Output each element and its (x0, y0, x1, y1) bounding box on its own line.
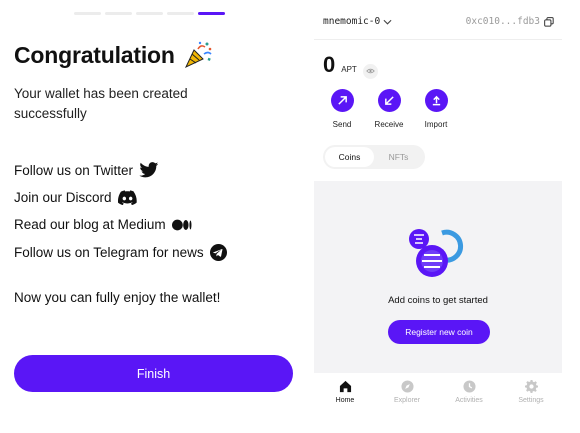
action-label: Send (332, 120, 352, 129)
onboarding-pane: Congratulation Your wallet has been crea… (0, 0, 310, 433)
account-name: mnemomic-0 (323, 16, 381, 27)
gear-icon (524, 380, 538, 393)
send-arrow-icon (337, 96, 347, 105)
receive-arrow-icon (384, 96, 394, 105)
bottom-navigation: Home Explorer Activities Settings (314, 373, 562, 413)
nav-activities[interactable]: Activities (438, 373, 500, 413)
tab-nfts[interactable]: NFTs (374, 147, 423, 167)
page-title: Congratulation (14, 41, 175, 68)
chevron-down-icon (383, 19, 392, 25)
balance-amount: 0 (323, 52, 336, 77)
receive-button-circle (377, 89, 401, 112)
empty-state-message: Add coins to get started (388, 295, 488, 306)
wallet-address[interactable]: 0xc010...fdb3 (466, 16, 554, 27)
social-telegram-link[interactable]: Follow us on Telegram for news (14, 244, 227, 261)
nav-label: Home (335, 397, 355, 404)
nav-label: Settings (518, 397, 544, 404)
clock-icon (462, 380, 476, 393)
action-label: Receive (374, 120, 404, 129)
compass-icon (400, 380, 414, 393)
nav-label: Activities (455, 397, 483, 404)
coins-empty-state: Add coins to get started Register new co… (314, 181, 562, 373)
nav-home[interactable]: Home (314, 373, 376, 413)
subtitle: Your wallet has been created successfull… (14, 86, 188, 121)
toggle-balance-visibility[interactable] (362, 63, 378, 79)
send-button[interactable]: Send (325, 89, 359, 129)
social-twitter-link[interactable]: Follow us on Twitter (14, 162, 159, 178)
medium-icon (171, 219, 192, 230)
party-popper-icon (184, 41, 212, 69)
social-label: Join our Discord (14, 190, 112, 205)
copy-icon[interactable] (544, 16, 554, 27)
import-button[interactable]: Import (419, 89, 453, 129)
social-medium-link[interactable]: Read our blog at Medium (14, 217, 192, 232)
step-indicator-current (198, 12, 225, 15)
wallet-header: mnemomic-0 0xc010...fdb3 (314, 0, 562, 40)
asset-tabs: Coins NFTs (323, 145, 425, 169)
nav-settings[interactable]: Settings (500, 373, 562, 413)
nav-explorer[interactable]: Explorer (376, 373, 438, 413)
nav-label: Explorer (393, 397, 421, 404)
telegram-icon (209, 244, 227, 261)
action-label: Import (424, 120, 448, 129)
home-icon (339, 380, 351, 393)
tab-coins[interactable]: Coins (325, 147, 374, 167)
step-progress (74, 12, 225, 15)
import-icon (432, 95, 440, 106)
account-selector[interactable]: mnemomic-0 (323, 16, 392, 27)
address-text: 0xc010...fdb3 (465, 16, 540, 27)
social-label: Follow us on Telegram for news (14, 245, 204, 260)
wallet-actions: Send Receive Import (314, 89, 464, 129)
step-indicator (136, 12, 163, 15)
eye-icon (366, 68, 375, 74)
coins-illustration (409, 229, 464, 277)
receive-button[interactable]: Receive (372, 89, 406, 129)
step-indicator (105, 12, 132, 15)
balance-row: 0 APT (323, 52, 378, 79)
social-discord-link[interactable]: Join our Discord (14, 190, 137, 205)
social-label: Follow us on Twitter (14, 162, 134, 178)
wallet-pane: mnemomic-0 0xc010...fdb3 0 APT Send Rece… (314, 0, 562, 433)
import-button-circle (424, 89, 448, 112)
send-button-circle (330, 89, 354, 112)
title-row: Congratulation (14, 40, 213, 70)
step-indicator (74, 12, 101, 15)
twitter-icon (139, 162, 159, 178)
step-indicator (167, 12, 194, 15)
finish-button[interactable]: Finish (14, 355, 293, 392)
enjoy-message: Now you can fully enjoy the wallet! (14, 290, 221, 305)
balance-unit: APT (341, 65, 357, 74)
register-coin-button[interactable]: Register new coin (388, 320, 490, 344)
social-label: Read our blog at Medium (14, 217, 166, 232)
discord-icon (117, 190, 137, 205)
